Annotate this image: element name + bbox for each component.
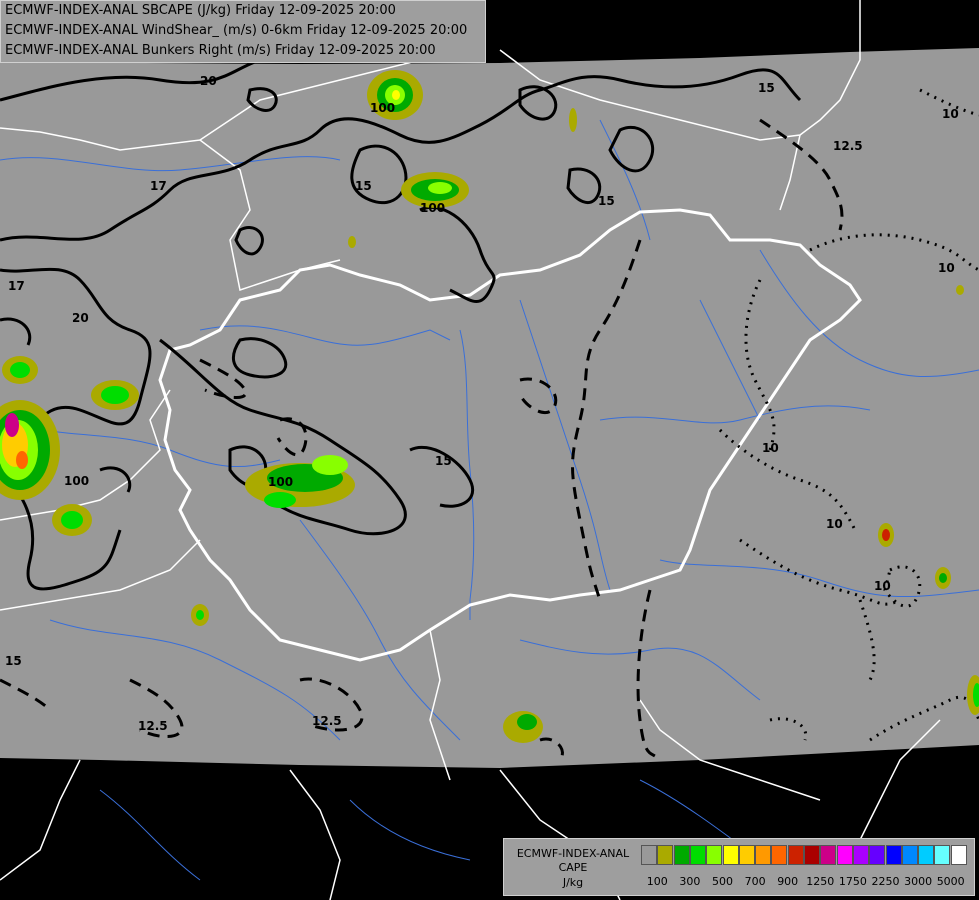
svg-text:15: 15 <box>435 454 452 468</box>
legend-swatch <box>689 845 706 865</box>
legend-tick-label: 5000 <box>936 875 965 888</box>
map-title-box: ECMWF-INDEX-ANAL SBCAPE (J/kg) Friday 12… <box>0 0 486 63</box>
legend-swatch <box>852 845 869 865</box>
legend-tick-label: 500 <box>712 875 733 888</box>
svg-text:15: 15 <box>355 179 372 193</box>
legend-swatch <box>787 845 804 865</box>
svg-text:10: 10 <box>942 107 959 121</box>
legend-model: ECMWF-INDEX-ANAL <box>516 847 630 860</box>
legend-tick-label: 2250 <box>871 875 900 888</box>
svg-text:100: 100 <box>420 201 445 215</box>
svg-text:10: 10 <box>938 261 955 275</box>
svg-text:100: 100 <box>268 475 293 489</box>
svg-text:100: 100 <box>370 101 395 115</box>
legend-swatch <box>950 845 967 865</box>
legend-swatch <box>934 845 951 865</box>
svg-text:10: 10 <box>826 517 843 531</box>
svg-text:10: 10 <box>762 441 779 455</box>
legend-unit: J/kg <box>562 876 584 889</box>
title-windshear: ECMWF-INDEX-ANAL WindShear_ (m/s) 0-6km … <box>5 23 468 38</box>
legend-swatch <box>836 845 853 865</box>
legend-tick-label: 100 <box>646 875 668 888</box>
title-bunkers: ECMWF-INDEX-ANAL Bunkers Right (m/s) Fri… <box>5 43 436 58</box>
cape-legend: ECMWF-INDEX-ANAL CAPE J/kg 100 300 500 700 9… <box>503 838 975 896</box>
legend-swatch <box>885 845 902 865</box>
svg-text:15: 15 <box>5 654 22 668</box>
model-domain-area <box>0 48 979 768</box>
legend-swatch <box>706 845 723 865</box>
legend-tick-label: 1250 <box>806 875 835 888</box>
svg-text:12.5: 12.5 <box>138 719 168 733</box>
legend-swatch <box>901 845 918 865</box>
svg-text:20: 20 <box>200 74 217 88</box>
svg-text:15: 15 <box>598 194 615 208</box>
legend-swatch <box>918 845 935 865</box>
svg-text:10: 10 <box>874 579 891 593</box>
legend-swatch <box>869 845 886 865</box>
legend-swatch <box>738 845 755 865</box>
legend-swatch <box>641 845 657 865</box>
legend-swatch <box>722 845 739 865</box>
legend-tick-label: 3000 <box>904 875 933 888</box>
svg-text:20: 20 <box>72 311 89 325</box>
legend-tick-label: 700 <box>744 875 766 888</box>
legend-swatch <box>804 845 820 865</box>
svg-text:12.5: 12.5 <box>833 139 863 153</box>
legend-tick-label: 300 <box>679 875 701 888</box>
legend-swatch <box>771 845 788 865</box>
title-sbcape: ECMWF-INDEX-ANAL SBCAPE (J/kg) Friday 12… <box>5 3 396 18</box>
weather-map: 20 20 17 17 15 15 15 15 15 12.5 12.5 12.… <box>0 0 979 900</box>
svg-text:12.5: 12.5 <box>312 714 342 728</box>
legend-swatch <box>657 845 674 865</box>
legend-tick-label: 1750 <box>838 875 867 888</box>
legend-swatch <box>755 845 772 865</box>
svg-text:17: 17 <box>8 279 25 293</box>
svg-text:17: 17 <box>150 179 167 193</box>
legend-swatch <box>820 845 837 865</box>
legend-tick-label: 900 <box>777 875 799 888</box>
legend-swatch <box>673 845 690 865</box>
svg-text:15: 15 <box>758 81 775 95</box>
legend-variable: CAPE <box>558 861 588 874</box>
svg-text:100: 100 <box>64 474 89 488</box>
